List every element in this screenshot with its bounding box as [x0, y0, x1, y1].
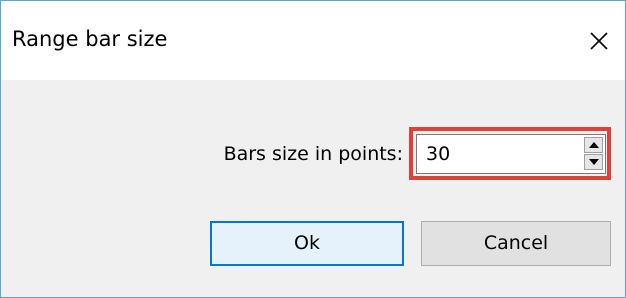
spin-down-arrow-icon	[589, 159, 599, 165]
bars-size-spinbox[interactable]: 30	[416, 134, 606, 174]
close-button[interactable]	[579, 21, 619, 61]
spin-down-button[interactable]	[584, 154, 603, 170]
spin-up-arrow-icon	[589, 142, 599, 148]
window-title: Range bar size	[12, 27, 168, 51]
range-bar-size-dialog: Range bar size Bars size in points: 30 O…	[0, 0, 626, 298]
close-icon	[590, 32, 608, 50]
bars-size-value[interactable]: 30	[426, 135, 450, 173]
cancel-button[interactable]: Cancel	[421, 221, 611, 266]
spin-up-button[interactable]	[584, 137, 603, 153]
title-bar: Range bar size	[1, 1, 625, 80]
bars-size-label: Bars size in points:	[223, 143, 403, 165]
ok-button[interactable]: Ok	[210, 221, 404, 266]
